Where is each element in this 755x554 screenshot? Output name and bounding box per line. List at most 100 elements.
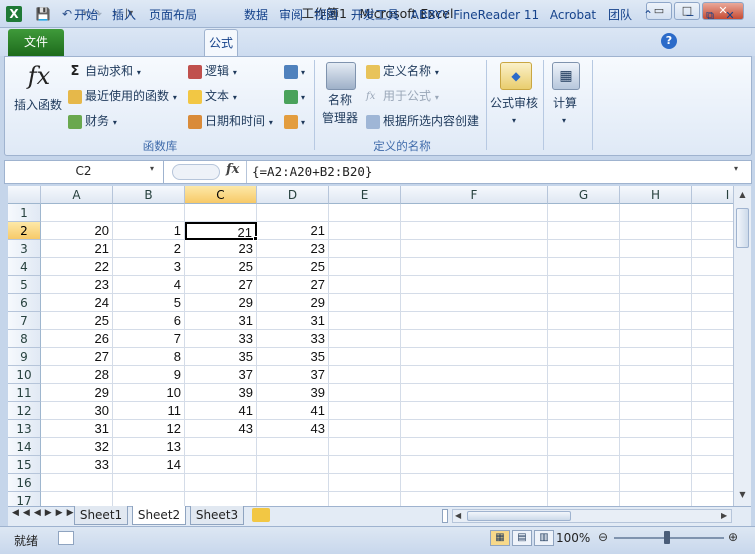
cell-A4[interactable]: 22 bbox=[41, 258, 113, 276]
cell-B4[interactable]: 3 bbox=[113, 258, 185, 276]
column-header[interactable]: G bbox=[548, 186, 620, 204]
scroll-left-icon[interactable]: ◀ bbox=[455, 510, 461, 522]
logical-button[interactable]: 逻辑 ▾ bbox=[188, 60, 237, 82]
tab-view[interactable]: 视图 bbox=[310, 3, 342, 28]
cell-G1[interactable] bbox=[548, 204, 620, 222]
cell-D10[interactable]: 37 bbox=[257, 366, 329, 384]
cell-G17[interactable] bbox=[548, 492, 620, 506]
tab-home[interactable]: 开始 bbox=[68, 3, 104, 28]
row-header[interactable]: 3 bbox=[8, 240, 41, 258]
column-header[interactable]: E bbox=[329, 186, 401, 204]
more-functions-button[interactable]: ▾ bbox=[284, 110, 305, 132]
excel-logo-icon[interactable]: X bbox=[6, 6, 22, 22]
name-box[interactable]: C2 bbox=[4, 160, 164, 184]
page-layout-view-icon[interactable]: ▤ bbox=[512, 530, 532, 546]
cell-E14[interactable] bbox=[329, 438, 401, 456]
cell-F2[interactable] bbox=[401, 222, 548, 240]
cell-B14[interactable]: 13 bbox=[113, 438, 185, 456]
formula-auditing-dropdown-icon[interactable]: ▾ bbox=[512, 110, 516, 132]
column-header[interactable]: H bbox=[620, 186, 692, 204]
row-header[interactable]: 7 bbox=[8, 312, 41, 330]
cell-G4[interactable] bbox=[548, 258, 620, 276]
cell-H7[interactable] bbox=[620, 312, 692, 330]
cell-C14[interactable] bbox=[185, 438, 257, 456]
cell-H8[interactable] bbox=[620, 330, 692, 348]
cell-G5[interactable] bbox=[548, 276, 620, 294]
cell-C17[interactable] bbox=[185, 492, 257, 506]
row-header[interactable]: 16 bbox=[8, 474, 41, 492]
column-header[interactable]: D bbox=[257, 186, 329, 204]
scroll-down-icon[interactable]: ▼ bbox=[736, 488, 749, 502]
vertical-scrollbar[interactable]: ▲ ▼ bbox=[733, 186, 751, 506]
cell-G8[interactable] bbox=[548, 330, 620, 348]
collapse-ribbon-icon[interactable]: ⌃ bbox=[640, 3, 656, 28]
cell-C2[interactable]: 21 bbox=[185, 222, 257, 240]
cell-C3[interactable]: 23 bbox=[185, 240, 257, 258]
cell-B1[interactable] bbox=[113, 204, 185, 222]
row-header[interactable]: 8 bbox=[8, 330, 41, 348]
cell-D1[interactable] bbox=[257, 204, 329, 222]
zoom-level[interactable]: 100% bbox=[556, 531, 590, 545]
cell-C10[interactable]: 37 bbox=[185, 366, 257, 384]
cell-F8[interactable] bbox=[401, 330, 548, 348]
sheet-tab[interactable]: Sheet1 bbox=[74, 506, 128, 525]
cell-D15[interactable] bbox=[257, 456, 329, 474]
cell-E16[interactable] bbox=[329, 474, 401, 492]
cell-F10[interactable] bbox=[401, 366, 548, 384]
formula-bar-divider[interactable] bbox=[172, 164, 220, 180]
cell-B3[interactable]: 2 bbox=[113, 240, 185, 258]
tab-page-layout[interactable]: 页面布局 bbox=[144, 3, 202, 28]
financial-button[interactable]: 财务 ▾ bbox=[68, 110, 117, 132]
tab-developer[interactable]: 开发工具 bbox=[345, 3, 405, 28]
insert-sheet-icon[interactable] bbox=[252, 508, 270, 522]
cell-D13[interactable]: 43 bbox=[257, 420, 329, 438]
cell-B9[interactable]: 8 bbox=[113, 348, 185, 366]
cell-F3[interactable] bbox=[401, 240, 548, 258]
cell-C16[interactable] bbox=[185, 474, 257, 492]
row-header[interactable]: 1 bbox=[8, 204, 41, 222]
cell-F5[interactable] bbox=[401, 276, 548, 294]
cell-H13[interactable] bbox=[620, 420, 692, 438]
help-icon[interactable]: ? bbox=[661, 33, 677, 49]
tab-data[interactable]: 数据 bbox=[240, 3, 272, 28]
cell-C4[interactable]: 25 bbox=[185, 258, 257, 276]
cell-H14[interactable] bbox=[620, 438, 692, 456]
cell-H15[interactable] bbox=[620, 456, 692, 474]
row-header[interactable]: 15 bbox=[8, 456, 41, 474]
row-header[interactable]: 5 bbox=[8, 276, 41, 294]
cell-A15[interactable]: 33 bbox=[41, 456, 113, 474]
cell-F7[interactable] bbox=[401, 312, 548, 330]
cell-E17[interactable] bbox=[329, 492, 401, 506]
doc-close-icon[interactable]: ✕ bbox=[722, 3, 738, 28]
save-icon[interactable]: 💾 bbox=[34, 5, 52, 23]
column-header[interactable]: F bbox=[401, 186, 548, 204]
cell-C12[interactable]: 41 bbox=[185, 402, 257, 420]
cell-C13[interactable]: 43 bbox=[185, 420, 257, 438]
cell-F4[interactable] bbox=[401, 258, 548, 276]
cell-C1[interactable] bbox=[185, 204, 257, 222]
cell-C11[interactable]: 39 bbox=[185, 384, 257, 402]
expand-formula-bar-icon[interactable]: ▾ bbox=[734, 164, 738, 173]
tab-review[interactable]: 审阅 bbox=[275, 3, 307, 28]
cell-G15[interactable] bbox=[548, 456, 620, 474]
cell-D17[interactable] bbox=[257, 492, 329, 506]
cell-E9[interactable] bbox=[329, 348, 401, 366]
name-manager-label-1[interactable]: 名称 bbox=[328, 92, 352, 108]
row-header[interactable]: 14 bbox=[8, 438, 41, 456]
cell-D12[interactable]: 41 bbox=[257, 402, 329, 420]
cell-A12[interactable]: 30 bbox=[41, 402, 113, 420]
cell-E10[interactable] bbox=[329, 366, 401, 384]
cell-E11[interactable] bbox=[329, 384, 401, 402]
insert-function-fx-icon[interactable]: fx bbox=[226, 162, 239, 177]
cell-H3[interactable] bbox=[620, 240, 692, 258]
normal-view-icon[interactable]: ▦ bbox=[490, 530, 510, 546]
cell-F16[interactable] bbox=[401, 474, 548, 492]
sheet-nav-arrows-icon[interactable]: ◀◀◀▶▶▶ bbox=[12, 508, 78, 518]
row-header[interactable]: 10 bbox=[8, 366, 41, 384]
cell-A9[interactable]: 27 bbox=[41, 348, 113, 366]
formula-input[interactable]: {=A2:A20+B2:B20} bbox=[252, 160, 372, 184]
cell-G13[interactable] bbox=[548, 420, 620, 438]
cell-G14[interactable] bbox=[548, 438, 620, 456]
cell-H17[interactable] bbox=[620, 492, 692, 506]
text-button[interactable]: 文本 ▾ bbox=[188, 85, 237, 107]
